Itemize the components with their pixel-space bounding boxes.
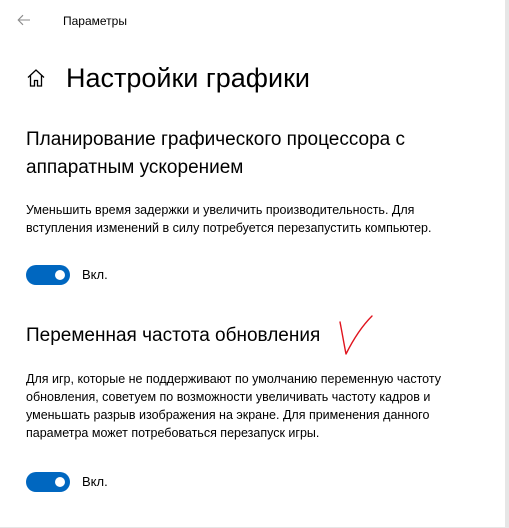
gpu-scheduling-toggle[interactable] [26, 265, 70, 285]
home-button[interactable] [24, 66, 48, 90]
gpu-scheduling-description: Уменьшить время задержки и увеличить про… [26, 203, 432, 235]
variable-refresh-toggle-row: Вкл. [26, 471, 108, 493]
settings-window: Параметры Настройки графики Планирование… [0, 0, 509, 528]
variable-refresh-title: Переменная частота обновления [26, 325, 321, 346]
variable-refresh-toggle-label: Вкл. [82, 474, 108, 489]
variable-refresh-description: Для игр, которые не поддерживают по умол… [26, 372, 441, 440]
red-checkmark-annotation [339, 315, 373, 355]
gpu-scheduling-toggle-row: Вкл. [26, 264, 108, 286]
toggle-knob [55, 477, 65, 487]
home-icon [27, 69, 45, 87]
app-title: Параметры [63, 14, 127, 28]
page-title: Настройки графики [66, 63, 310, 93]
toggle-knob [55, 270, 65, 280]
back-button[interactable] [12, 8, 36, 32]
variable-refresh-toggle[interactable] [26, 472, 70, 492]
window-edge [505, 0, 509, 528]
title-bar: Параметры [0, 0, 500, 40]
gpu-scheduling-title: Планирование графического процессора с а… [26, 129, 406, 178]
gpu-scheduling-toggle-label: Вкл. [82, 267, 108, 282]
arrow-left-icon [17, 14, 30, 26]
